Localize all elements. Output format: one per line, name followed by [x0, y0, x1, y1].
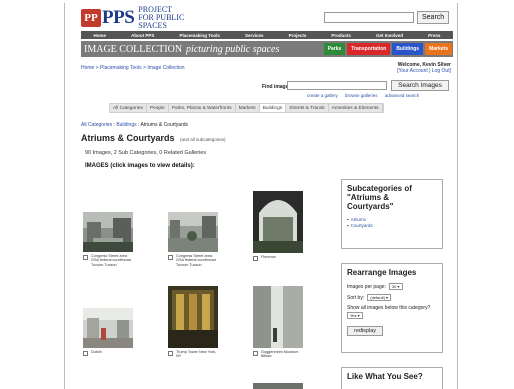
select-checkbox[interactable]: [168, 255, 173, 260]
page-title-text: Atriums & Courtyards: [81, 133, 175, 143]
promo-panel: Like What You See?: [341, 367, 443, 389]
browse-galleries-link[interactable]: browse galleries: [345, 93, 378, 98]
category-tab[interactable]: All Categories: [110, 104, 147, 112]
category-tabs: All Categories People Parks, Plazas & Wate…: [109, 103, 384, 113]
account-links[interactable]: [Your Account | Log Out]: [397, 68, 451, 74]
create-gallery-link[interactable]: create a gallery: [307, 93, 338, 98]
select-checkbox[interactable]: [253, 351, 258, 356]
redisplay-button[interactable]: redisplay: [347, 326, 384, 336]
crumb-buildings[interactable]: Buildings: [116, 122, 136, 128]
nav-item[interactable]: Projects: [289, 33, 307, 38]
sort-select[interactable]: (default) ▾: [367, 294, 392, 301]
thumbnail-image[interactable]: [253, 286, 303, 348]
images-heading: IMAGES (click images to view details):: [85, 163, 195, 169]
banner-tab[interactable]: Markets: [425, 43, 452, 55]
search-images-button[interactable]: Search Images: [391, 80, 449, 91]
banner-subtitle: picturing public spaces: [186, 43, 280, 55]
thumbnail-image[interactable]: [253, 191, 303, 253]
chevron-down-icon: ▾: [386, 295, 389, 300]
section-banner: IMAGE COLLECTION picturing public spaces…: [81, 41, 453, 57]
category-tab[interactable]: Streets & Transit: [286, 104, 329, 112]
show-all-value: Yes: [350, 313, 357, 318]
page-title: Atriums & Courtyards (and all subcategor…: [81, 133, 226, 143]
category-tab[interactable]: People: [147, 104, 169, 112]
category-tab[interactable]: Buildings: [259, 104, 287, 112]
rearrange-panel: Rearrange Images Images per page: 30 ▾ S…: [341, 263, 443, 353]
category-breadcrumb: All Categories : Buildings : Atriums & C…: [81, 122, 188, 128]
select-checkbox[interactable]: [83, 351, 88, 356]
select-checkbox[interactable]: [253, 256, 258, 261]
show-all-label: Show all images below this category?: [347, 305, 431, 311]
site-search-input[interactable]: [324, 12, 414, 23]
sort-value: (default): [370, 295, 385, 300]
show-all-select[interactable]: Yes ▾: [347, 312, 363, 319]
subcategories-panel: Subcategories of "Atriums & Courtyards" …: [341, 179, 443, 249]
page-frame: PP PPS Project for Public Spaces Search …: [64, 3, 458, 389]
thumbnail-image[interactable]: [168, 212, 218, 252]
page-title-note: (and all subcategories): [180, 137, 226, 142]
user-welcome: Welcome, Kevin Silver [Your Account | Lo…: [397, 62, 451, 74]
image-thumbnail[interactable]: Dublin: [83, 308, 133, 356]
result-counts: 90 Images, 2 Sub Categories, 0 Related G…: [85, 150, 207, 156]
find-images-input[interactable]: [287, 81, 387, 90]
crumb-current: Atriums & Courtyards: [140, 122, 189, 128]
banner-tab[interactable]: Buildings: [392, 43, 424, 55]
per-page-label: Images per page:: [347, 283, 386, 290]
thumbnail-image[interactable]: [83, 308, 133, 348]
image-thumbnail[interactable]: Trump Tower New York, NY: [168, 286, 218, 359]
banner-title: IMAGE COLLECTION: [84, 43, 183, 55]
chevron-down-icon: ▾: [397, 284, 400, 289]
breadcrumb[interactable]: Home > Placemaking Tools > Image Collect…: [81, 65, 185, 71]
nav-item[interactable]: Home: [94, 33, 107, 38]
logo-wordmark: PPS: [102, 7, 135, 28]
main-nav: Home About PPS Placemaking Tools Services Pr…: [81, 31, 453, 39]
thumbnail-caption: Dublin: [91, 350, 102, 354]
per-page-select[interactable]: 30 ▾: [388, 283, 403, 290]
per-page-value: 30: [391, 284, 397, 289]
nav-item[interactable]: Press: [428, 33, 440, 38]
promo-title: Like What You See?: [347, 372, 423, 381]
category-tab[interactable]: Markets: [236, 104, 260, 112]
banner-tabs: Parks Transportation Buildings Markets: [323, 41, 453, 57]
search-links: create a gallery browse galleries advanc…: [307, 93, 425, 98]
thumbnail-image-partial[interactable]: [253, 383, 303, 389]
banner-tab[interactable]: Parks: [323, 43, 346, 55]
select-checkbox[interactable]: [83, 255, 88, 260]
category-tab[interactable]: Parks, Plazas & Waterfronts: [169, 104, 236, 112]
advanced-search-link[interactable]: advanced search: [385, 93, 419, 98]
image-thumbnail[interactable]: Guggenheim Museum Bilbao: [253, 286, 303, 359]
subcategory-courtyards[interactable]: Courtyards: [347, 223, 437, 229]
image-thumbnail[interactable]: Congress Street area GSA federal courtho…: [168, 212, 218, 267]
crumb-all-categories[interactable]: All Categories: [81, 122, 112, 128]
thumbnail-caption: Congress Street area GSA federal courtho…: [176, 254, 217, 267]
select-checkbox[interactable]: [168, 351, 173, 356]
sort-label: Sort by:: [347, 294, 365, 301]
category-tab[interactable]: Amenities & Elements: [329, 104, 383, 112]
nav-item[interactable]: Services: [245, 33, 264, 38]
thumbnail-image[interactable]: [168, 286, 218, 348]
image-thumbnail[interactable]: Congress Street area GSA federal courtho…: [83, 212, 133, 267]
chevron-down-icon: ▾: [357, 313, 360, 318]
rearrange-title: Rearrange Images: [347, 268, 417, 277]
nav-item[interactable]: Get Involved: [376, 33, 403, 38]
pps-logo[interactable]: PP PPS Project for Public Spaces: [81, 5, 185, 30]
nav-item[interactable]: Placemaking Tools: [179, 33, 219, 38]
site-search-button[interactable]: Search: [417, 11, 450, 24]
thumbnail-caption: Florence: [261, 255, 276, 259]
image-thumbnail[interactable]: Florence: [253, 191, 303, 261]
nav-item[interactable]: About PPS: [131, 33, 154, 38]
logo-mark: PP: [81, 9, 101, 27]
thumbnail-caption: Congress Street area GSA federal courtho…: [91, 254, 132, 267]
nav-item[interactable]: Products: [331, 33, 351, 38]
thumbnail-caption: Trump Tower New York, NY: [176, 350, 217, 359]
banner-tab[interactable]: Transportation: [347, 43, 391, 55]
logo-tagline: Project for Public Spaces: [138, 5, 185, 30]
thumbnail-caption: Guggenheim Museum Bilbao: [261, 350, 299, 359]
subcategories-title: Subcategories of "Atriums & Courtyards": [347, 184, 412, 211]
thumbnail-image[interactable]: [83, 212, 133, 252]
